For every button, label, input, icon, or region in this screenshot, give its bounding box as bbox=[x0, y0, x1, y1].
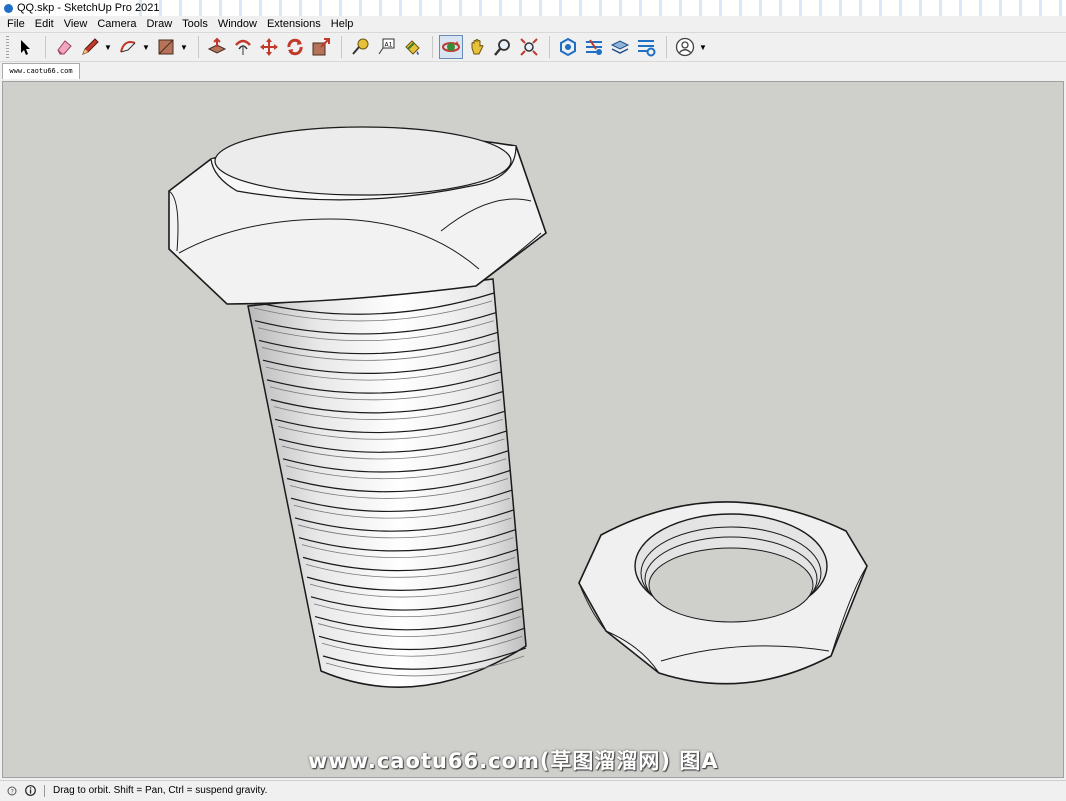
arc-tool-button[interactable] bbox=[116, 35, 140, 59]
status-text: Drag to orbit. Shift = Pan, Ctrl = suspe… bbox=[53, 784, 268, 796]
move-tool-button[interactable] bbox=[257, 35, 281, 59]
extension-manager-button[interactable] bbox=[634, 35, 658, 59]
offset-tool-button[interactable] bbox=[231, 35, 255, 59]
chevron-down-icon[interactable]: ▼ bbox=[104, 43, 112, 52]
push-pull-icon bbox=[207, 37, 227, 54]
window-title: QQ.skp - SketchUp Pro 2021 bbox=[17, 2, 160, 14]
menu-help[interactable]: Help bbox=[326, 16, 359, 32]
toolbar-separator bbox=[45, 36, 46, 58]
select-tool-button[interactable] bbox=[13, 35, 37, 59]
menu-extensions[interactable]: Extensions bbox=[262, 16, 326, 32]
menu-bar: File Edit View Camera Draw Tools Window … bbox=[0, 16, 1066, 32]
menu-edit[interactable]: Edit bbox=[30, 16, 59, 32]
text-icon: A1 bbox=[378, 38, 395, 55]
scene-tab[interactable]: www.caotu66.com bbox=[2, 63, 80, 79]
menu-file[interactable]: File bbox=[2, 16, 30, 32]
menu-draw[interactable]: Draw bbox=[141, 16, 177, 32]
pencil-line-icon bbox=[82, 38, 99, 55]
text-tool-button[interactable]: A1 bbox=[374, 35, 398, 59]
scale-icon bbox=[312, 38, 330, 56]
svg-text:?: ? bbox=[11, 788, 14, 795]
chevron-down-icon[interactable]: ▼ bbox=[142, 43, 150, 52]
menu-camera[interactable]: Camera bbox=[92, 16, 141, 32]
select-icon bbox=[21, 40, 30, 55]
bolt-shank bbox=[247, 278, 527, 688]
rotate-tool-button[interactable] bbox=[283, 35, 307, 59]
layout-button[interactable] bbox=[608, 35, 632, 59]
menu-window[interactable]: Window bbox=[213, 16, 262, 32]
offset-icon bbox=[235, 39, 251, 55]
tape-measure-tool-button[interactable] bbox=[348, 35, 372, 59]
rectangle-icon bbox=[158, 39, 174, 55]
info-icon[interactable] bbox=[24, 785, 36, 797]
hex-nut bbox=[578, 501, 868, 685]
extension-manager-icon bbox=[638, 40, 656, 57]
eraser-tool-button[interactable] bbox=[52, 35, 76, 59]
sketchup-icon bbox=[4, 3, 13, 13]
zoom-extents-icon bbox=[520, 38, 538, 56]
status-bar: ? Drag to orbit. Shift = Pan, Ctrl = sus… bbox=[0, 780, 1066, 800]
arc-icon bbox=[120, 41, 136, 53]
toolbar-separator bbox=[549, 36, 550, 58]
toolbar-separator bbox=[198, 36, 199, 58]
toolbar-separator bbox=[666, 36, 667, 58]
paint-bucket-tool-button[interactable] bbox=[400, 35, 424, 59]
account-icon bbox=[675, 37, 695, 57]
orbit-tool-button[interactable] bbox=[439, 35, 463, 59]
geo-location-icon[interactable]: ? bbox=[6, 785, 18, 797]
title-bar-decoration bbox=[130, 0, 1066, 16]
menu-view[interactable]: View bbox=[59, 16, 93, 32]
chevron-down-icon[interactable]: ▼ bbox=[699, 43, 707, 52]
layout-icon bbox=[610, 40, 630, 54]
zoom-tool-button[interactable] bbox=[491, 35, 515, 59]
model-scene bbox=[168, 126, 868, 688]
extension-warehouse-icon bbox=[586, 39, 602, 55]
scene-tab-bar: www.caotu66.com bbox=[0, 62, 1066, 80]
toolbar-separator bbox=[341, 36, 342, 58]
bolt-head bbox=[168, 126, 547, 305]
toolbar-separator bbox=[432, 36, 433, 58]
rotate-icon bbox=[287, 38, 303, 56]
zoom-extents-tool-button[interactable] bbox=[517, 35, 541, 59]
orbit-icon bbox=[442, 41, 460, 52]
toolbar-grip[interactable] bbox=[6, 36, 9, 58]
scale-tool-button[interactable] bbox=[309, 35, 333, 59]
zoom-icon bbox=[494, 39, 510, 56]
pan-icon bbox=[471, 39, 484, 55]
watermark: www.caotu66.com(草图溜溜网) 图A bbox=[308, 749, 719, 773]
menu-tools[interactable]: Tools bbox=[177, 16, 213, 32]
status-separator bbox=[44, 784, 45, 797]
move-icon bbox=[260, 38, 278, 56]
3d-warehouse-icon bbox=[560, 37, 576, 57]
rectangle-tool-button[interactable] bbox=[154, 35, 178, 59]
extension-warehouse-button[interactable] bbox=[582, 35, 606, 59]
title-bar: QQ.skp - SketchUp Pro 2021 bbox=[0, 0, 1066, 16]
line-tool-button[interactable] bbox=[78, 35, 102, 59]
3d-warehouse-button[interactable] bbox=[556, 35, 580, 59]
eraser-icon bbox=[57, 40, 72, 55]
account-button[interactable] bbox=[673, 35, 697, 59]
svg-text:A1: A1 bbox=[385, 42, 393, 49]
tape-measure-icon bbox=[352, 38, 369, 55]
main-toolbar: ▼ ▼ ▼ A1 ▼ bbox=[0, 32, 1066, 62]
chevron-down-icon[interactable]: ▼ bbox=[180, 43, 188, 52]
pan-tool-button[interactable] bbox=[465, 35, 489, 59]
drawing-viewport[interactable] bbox=[2, 81, 1064, 778]
push-pull-tool-button[interactable] bbox=[205, 35, 229, 59]
paint-bucket-icon bbox=[405, 40, 420, 55]
